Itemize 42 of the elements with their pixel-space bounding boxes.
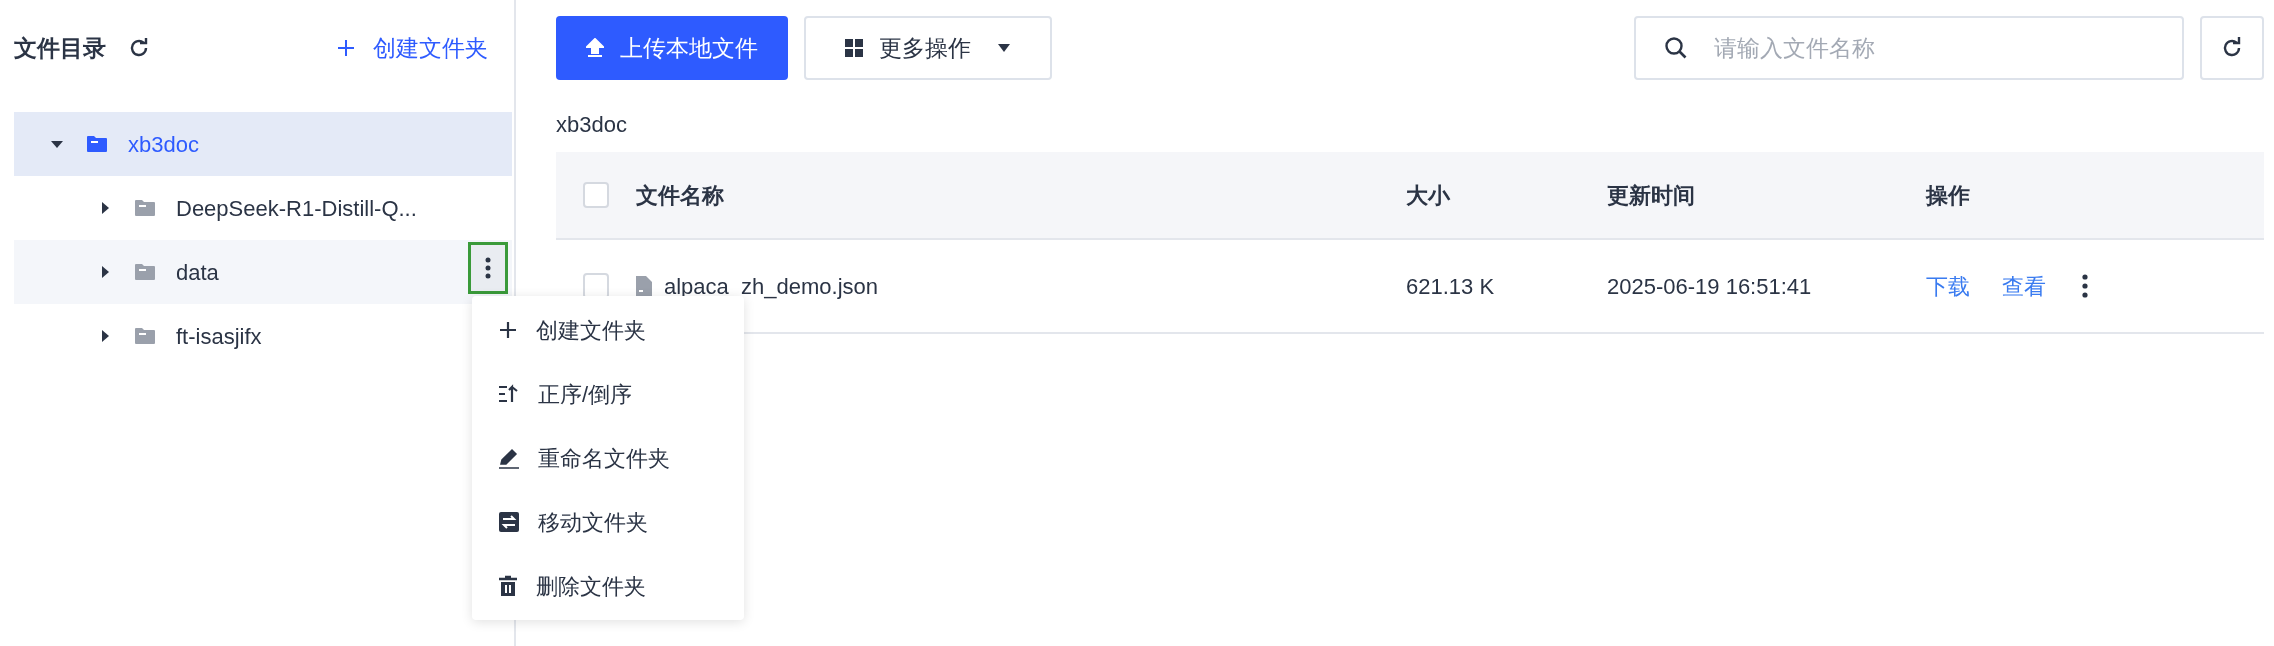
caret-down-icon	[997, 43, 1011, 53]
column-header: 文件名称	[636, 181, 725, 210]
action-link[interactable]: 下载	[1926, 269, 1970, 303]
folder-icon	[134, 327, 156, 345]
menu-item[interactable]: 重命名文件夹	[472, 426, 744, 490]
search-icon	[1664, 36, 1688, 60]
table-cell-text: 2025-06-19 16:51:41	[1607, 272, 1813, 301]
select-all-checkbox[interactable]	[583, 182, 609, 208]
folder-icon	[134, 263, 156, 281]
tree-item[interactable]: xb3doc	[14, 112, 512, 176]
trash-icon	[498, 575, 518, 597]
column-header: 更新时间	[1607, 181, 1696, 210]
table-cell-text: 621.13 K	[1406, 272, 1496, 301]
create-folder-link[interactable]: 创建文件夹	[337, 30, 488, 66]
more-options-button[interactable]	[468, 242, 508, 294]
vertical-dots-icon	[485, 257, 491, 279]
tree-item[interactable]: DeepSeek-R1-Distill-Q...	[14, 176, 512, 240]
folder-icon	[134, 199, 156, 217]
search-field[interactable]: 请输入文件名称	[1634, 16, 2184, 80]
plus-icon	[337, 39, 355, 57]
upload-button[interactable]: 上传本地文件	[556, 16, 788, 80]
column-header: 大小	[1406, 181, 1451, 210]
menu-item[interactable]: 删除文件夹	[472, 554, 744, 618]
swap-icon	[498, 511, 520, 533]
refresh-icon[interactable]	[128, 37, 150, 59]
column-header: 操作	[1926, 181, 1971, 210]
sidebar-title: 文件目录	[14, 33, 106, 63]
menu-item[interactable]: 移动文件夹	[472, 490, 744, 554]
grid-icon	[845, 39, 863, 57]
folder-icon	[86, 135, 108, 153]
pencil-icon	[498, 447, 520, 469]
breadcrumb[interactable]: xb3doc	[556, 96, 2264, 152]
tree-item[interactable]: data	[14, 240, 512, 304]
upload-icon	[586, 38, 604, 58]
refresh-icon	[2221, 37, 2243, 59]
more-actions-button[interactable]: 更多操作	[804, 16, 1052, 80]
plus-icon	[498, 320, 518, 340]
refresh-button[interactable]	[2200, 16, 2264, 80]
sort-icon	[498, 384, 520, 404]
row-checkbox[interactable]	[583, 273, 609, 299]
vertical-dots-icon[interactable]	[2082, 274, 2088, 298]
action-link[interactable]: 查看	[2002, 269, 2046, 303]
